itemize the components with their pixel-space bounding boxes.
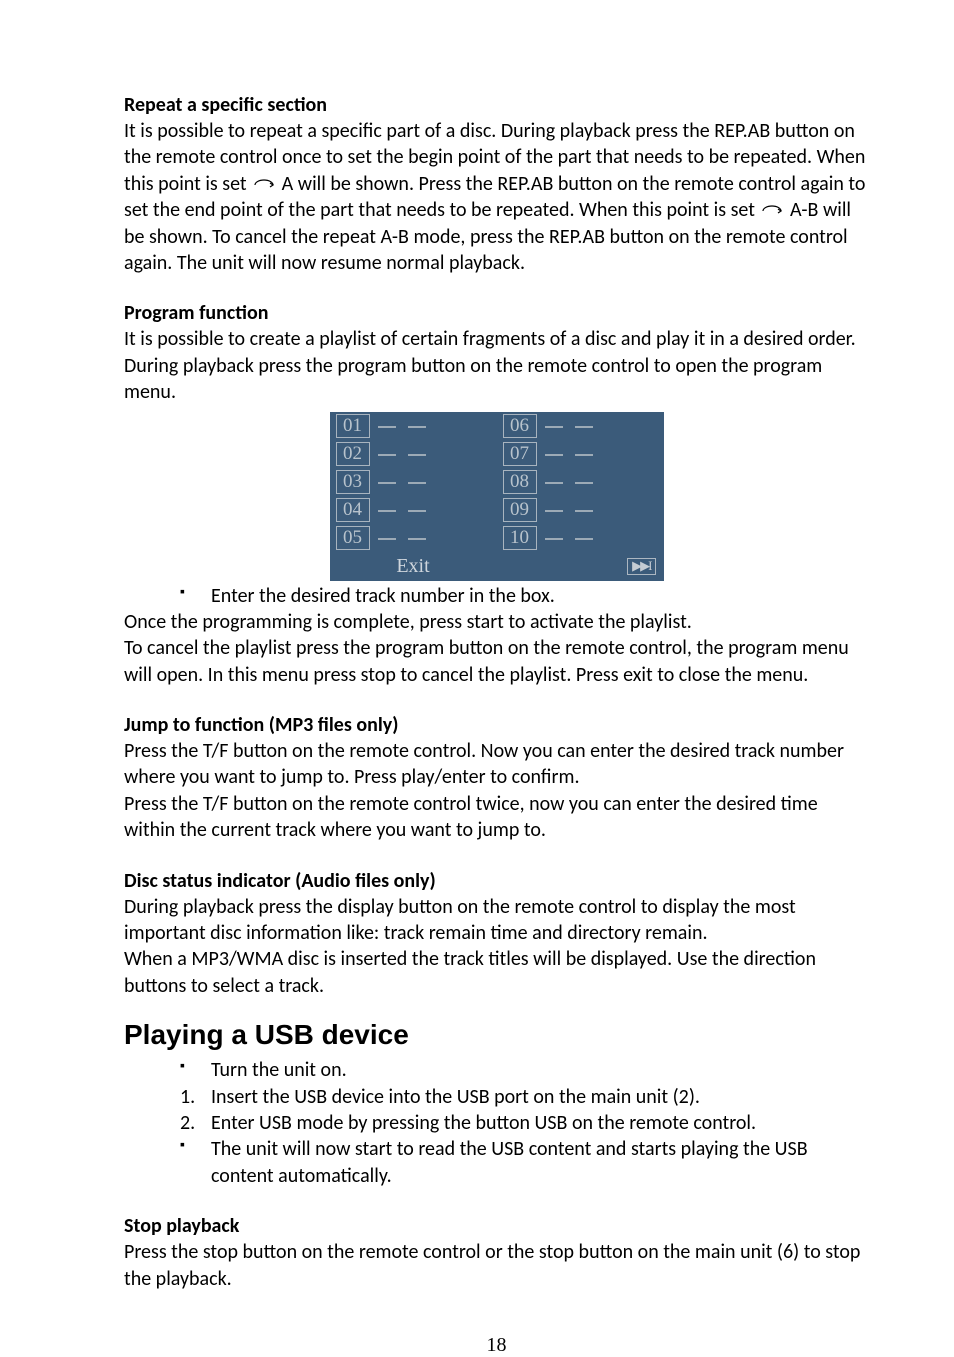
slot-number: 06	[503, 414, 537, 438]
stop-heading: Stop playback	[124, 1213, 869, 1239]
slot-dash	[545, 482, 563, 484]
program-slot-table: 01 06 02 07 03 08 04 09 05 10 Exit ▶▶I	[330, 412, 664, 581]
list-item: Enter USB mode by pressing the button US…	[180, 1110, 869, 1136]
jump-p2: Press the T/F button on the remote contr…	[124, 791, 869, 844]
slot-dash	[545, 426, 563, 428]
program-row: 04 09	[330, 496, 664, 524]
repeat-heading: Repeat a specific section	[124, 92, 869, 118]
disc-p2: When a MP3/WMA disc is inserted the trac…	[124, 946, 869, 999]
slot-dash	[575, 482, 593, 484]
program-row: 05 10	[330, 524, 664, 552]
slot-dash	[408, 482, 426, 484]
slot-number: 08	[503, 470, 537, 494]
slot-dash	[575, 538, 593, 540]
slot-dash	[408, 510, 426, 512]
list-item: Turn the unit on.	[180, 1057, 869, 1083]
program-row: 02 07	[330, 440, 664, 468]
list-item: The unit will now start to read the USB …	[180, 1136, 869, 1189]
repeat-loop-icon	[759, 204, 785, 218]
slot-dash	[408, 426, 426, 428]
program-intro: It is possible to create a playlist of c…	[124, 326, 869, 405]
slot-number: 01	[336, 414, 370, 438]
document-page: Repeat a specific section It is possible…	[0, 0, 954, 1357]
slot-number: 05	[336, 526, 370, 550]
program-footer-row: Exit ▶▶I	[330, 552, 664, 581]
program-row: 03 08	[330, 468, 664, 496]
slot-number: 03	[336, 470, 370, 494]
slot-dash	[378, 454, 396, 456]
list-item: Insert the USB device into the USB port …	[180, 1084, 869, 1110]
program-after-2: To cancel the playlist press the program…	[124, 635, 869, 688]
jump-p1: Press the T/F button on the remote contr…	[124, 738, 869, 791]
slot-dash	[378, 482, 396, 484]
program-row: 01 06	[330, 412, 664, 440]
usb-list-1: Turn the unit on.	[180, 1057, 869, 1083]
program-heading: Program function	[124, 300, 869, 326]
slot-number: 04	[336, 498, 370, 522]
page-number: 18	[124, 1334, 869, 1357]
usb-heading: Playing a USB device	[124, 1019, 869, 1051]
disc-heading: Disc status indicator (Audio files only)	[124, 868, 869, 894]
slot-number: 09	[503, 498, 537, 522]
slot-dash	[378, 538, 396, 540]
slot-dash	[575, 510, 593, 512]
slot-number: 02	[336, 442, 370, 466]
next-track-icon: ▶▶I	[627, 558, 655, 575]
slot-dash	[575, 454, 593, 456]
program-bullet-list: Enter the desired track number in the bo…	[180, 583, 869, 609]
repeat-loop-icon	[251, 178, 277, 192]
exit-label: Exit	[396, 555, 429, 577]
usb-list-2: The unit will now start to read the USB …	[180, 1136, 869, 1189]
stop-body: Press the stop button on the remote cont…	[124, 1239, 869, 1292]
slot-dash	[545, 454, 563, 456]
slot-number: 07	[503, 442, 537, 466]
slot-dash	[545, 510, 563, 512]
slot-dash	[378, 426, 396, 428]
slot-dash	[408, 454, 426, 456]
list-item: Enter the desired track number in the bo…	[180, 583, 869, 609]
jump-heading: Jump to function (MP3 files only)	[124, 712, 869, 738]
slot-dash	[378, 510, 396, 512]
usb-numbered-list: Insert the USB device into the USB port …	[180, 1084, 869, 1137]
slot-number: 10	[503, 526, 537, 550]
slot-dash	[545, 538, 563, 540]
slot-dash	[408, 538, 426, 540]
disc-p1: During playback press the display button…	[124, 894, 869, 947]
repeat-body: It is possible to repeat a specific part…	[124, 118, 869, 276]
program-after-1: Once the programming is complete, press …	[124, 609, 869, 635]
slot-dash	[575, 426, 593, 428]
